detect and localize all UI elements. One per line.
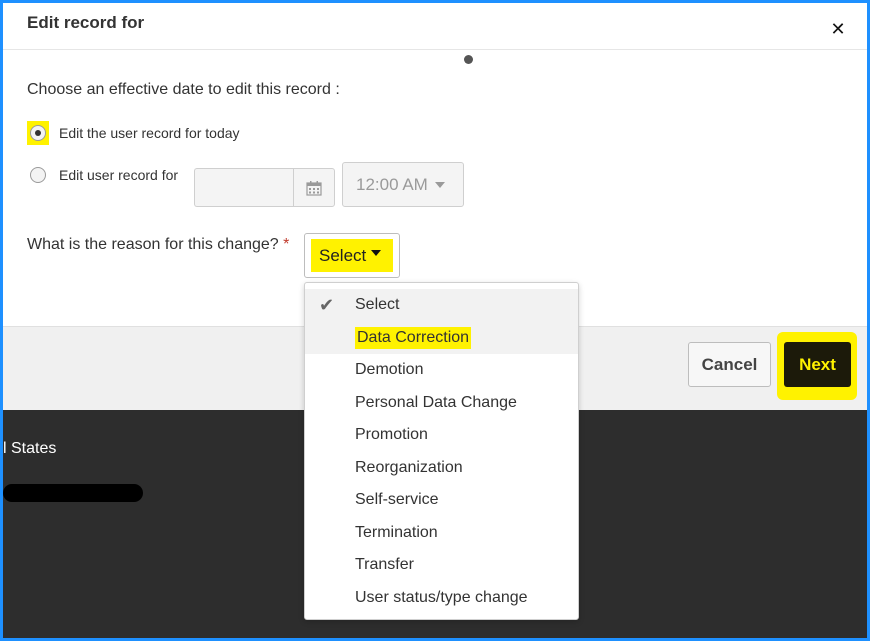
radio-option-today[interactable]: Edit the user record for today: [27, 121, 240, 145]
dropdown-item-user-status-type-change[interactable]: User status/type change: [305, 582, 578, 615]
radio-custom-label[interactable]: Edit user record for: [59, 167, 178, 183]
close-icon[interactable]: ✕: [830, 20, 846, 38]
reason-select[interactable]: Select: [304, 233, 400, 278]
checkmark-icon: ✔: [319, 295, 335, 315]
reason-label: What is the reason for this change? *: [27, 236, 289, 254]
dropdown-item-label: Data Correction: [355, 326, 472, 349]
effective-date-label: Choose an effective date to edit this re…: [27, 81, 340, 98]
dropdown-item-transfer[interactable]: Transfer: [305, 549, 578, 582]
dialog-title: Edit record for: [27, 13, 145, 32]
time-value: 12:00 AM: [356, 174, 428, 194]
dropdown-item-label: User status/type change: [355, 588, 528, 606]
background-location-text: l States: [3, 440, 57, 457]
dropdown-item-label: Promotion: [355, 426, 428, 444]
dropdown-item-promotion[interactable]: Promotion: [305, 419, 578, 452]
caret-down-icon: [371, 249, 382, 256]
radio-today-label[interactable]: Edit the user record for today: [59, 125, 240, 141]
date-input[interactable]: [194, 168, 294, 207]
time-select[interactable]: 12:00 AM: [342, 162, 464, 207]
dropdown-item-demotion[interactable]: Demotion: [305, 354, 578, 387]
required-marker: *: [283, 236, 290, 253]
dropdown-item-self-service[interactable]: Self-service: [305, 484, 578, 517]
calendar-icon[interactable]: [293, 168, 335, 207]
caret-down-icon: [434, 181, 445, 188]
radio-today-button[interactable]: [30, 125, 46, 141]
dropdown-item-label: Self-service: [355, 491, 439, 509]
dropdown-item-label: Personal Data Change: [355, 393, 517, 411]
dropdown-item-termination[interactable]: Termination: [305, 517, 578, 550]
dialog-header: Edit record for ✕: [3, 3, 867, 50]
dropdown-item-label: Select: [355, 296, 400, 314]
reason-label-text: What is the reason for this change?: [27, 236, 279, 253]
radio-highlight: [27, 121, 49, 145]
dropdown-item-data-correction[interactable]: Data Correction: [305, 321, 578, 354]
cancel-button[interactable]: Cancel: [688, 342, 771, 387]
reason-select-value: Select: [319, 245, 367, 265]
loading-dot: [464, 55, 473, 64]
reason-select-highlight: Select: [311, 239, 393, 272]
redaction-mark: [3, 484, 143, 502]
dropdown-item-label: Reorganization: [355, 458, 463, 476]
next-button[interactable]: Next: [784, 342, 851, 387]
reason-dropdown-list: ✔ Select Data Correction Demotion Person…: [304, 282, 579, 620]
radio-custom-button[interactable]: [30, 167, 46, 183]
dropdown-item-reorganization[interactable]: Reorganization: [305, 452, 578, 485]
dropdown-item-label: Termination: [355, 523, 438, 541]
radio-wrapper: [27, 163, 49, 187]
dropdown-item-select[interactable]: ✔ Select: [305, 289, 578, 322]
dropdown-item-personal-data-change[interactable]: Personal Data Change: [305, 387, 578, 420]
dropdown-item-label: Demotion: [355, 361, 424, 379]
radio-option-custom-date[interactable]: Edit user record for: [27, 163, 178, 187]
dropdown-item-label: Transfer: [355, 556, 414, 574]
